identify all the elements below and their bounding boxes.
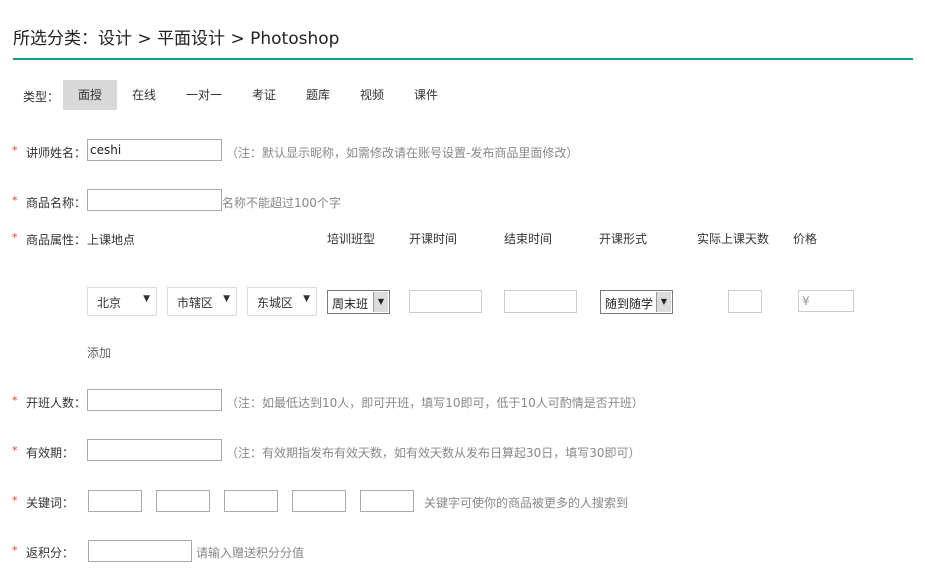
validity-hint: （注：有效期指发布有效天数，如有效天数从发布日算起30日，填写30即可） (226, 446, 641, 460)
product-name-input[interactable] (87, 189, 222, 211)
tab-online[interactable]: 在线 (124, 80, 164, 110)
yuan-icon: ¥ (802, 294, 810, 308)
header-divider (13, 58, 913, 60)
city-select[interactable]: 北京 ▼ (87, 287, 157, 316)
column-price: 价格 (793, 232, 818, 246)
points-input[interactable] (88, 540, 192, 562)
class-type-select-value: 周末班 (332, 297, 369, 311)
points-label: 返积分： (26, 546, 75, 560)
column-location: 上课地点 (87, 233, 136, 247)
chevron-down-icon: ▼ (143, 294, 150, 304)
breadcrumb: 所选分类：设计 > 平面设计 > Photoshop (13, 29, 340, 49)
open-count-hint: （注：如最低达到10人，即可开班，填写10即可，低于10人可酌情是否开班） (226, 396, 644, 410)
class-type-select[interactable]: 周末班 ▼ (327, 290, 390, 314)
column-class-type: 培训班型 (327, 232, 376, 246)
keywords-hint: 关键字可使你的商品被更多的人搜索到 (424, 496, 629, 510)
tab-question-bank[interactable]: 题库 (298, 80, 338, 110)
tab-one-on-one[interactable]: 一对一 (180, 80, 228, 110)
tab-certificate[interactable]: 考证 (244, 80, 284, 110)
column-end-time: 结束时间 (504, 232, 553, 246)
product-name-label: 商品名称： (26, 196, 87, 210)
required-mark: * (12, 194, 18, 207)
tab-courseware[interactable]: 课件 (406, 80, 446, 110)
teacher-name-label: 讲师姓名： (26, 146, 87, 160)
course-form-select-value: 随到随学 (605, 297, 654, 311)
dropdown-arrow-icon: ▼ (656, 292, 671, 312)
keyword-input-5[interactable] (360, 490, 414, 512)
price-input[interactable]: ¥ (798, 290, 854, 312)
keyword-input-2[interactable] (156, 490, 210, 512)
product-attrs-label: 商品属性： (26, 233, 87, 247)
required-mark: * (12, 394, 18, 407)
required-mark: * (12, 544, 18, 557)
open-count-input[interactable] (87, 389, 222, 411)
area-select-value: 东城区 (257, 296, 294, 310)
open-count-label: 开班人数： (26, 396, 87, 410)
validity-input[interactable] (87, 439, 222, 461)
tab-video[interactable]: 视频 (352, 80, 392, 110)
end-time-input[interactable] (504, 290, 577, 313)
teacher-name-input[interactable] (87, 139, 222, 161)
keyword-input-4[interactable] (292, 490, 346, 512)
chevron-down-icon: ▼ (223, 294, 230, 304)
chevron-down-icon: ▼ (303, 294, 310, 304)
course-form-select[interactable]: 随到随学 ▼ (600, 290, 673, 314)
district-select-value: 市辖区 (177, 296, 214, 310)
required-mark: * (12, 231, 18, 244)
points-hint: 请输入赠送积分分值 (196, 546, 305, 560)
keywords-label: 关键词： (26, 496, 75, 510)
actual-days-input[interactable] (728, 290, 762, 313)
required-mark: * (12, 144, 18, 157)
area-select[interactable]: 东城区 ▼ (247, 287, 317, 316)
keyword-input-1[interactable] (88, 490, 142, 512)
required-mark: * (12, 494, 18, 507)
required-mark: * (12, 444, 18, 457)
start-time-input[interactable] (409, 290, 482, 313)
type-label: 类型： (23, 90, 60, 104)
teacher-name-hint: （注：默认显示昵称，如需修改请在账号设置-发布商品里面修改） (226, 146, 579, 160)
district-select[interactable]: 市辖区 ▼ (167, 287, 237, 316)
column-course-form: 开课形式 (599, 232, 648, 246)
dropdown-arrow-icon: ▼ (373, 292, 388, 312)
validity-label: 有效期： (26, 446, 75, 460)
add-attribute-link[interactable]: 添加 (87, 344, 111, 361)
product-name-hint: 名称不能超过100个字 (222, 196, 341, 210)
keyword-input-3[interactable] (224, 490, 278, 512)
tab-face-to-face[interactable]: 面授 (63, 80, 117, 110)
city-select-value: 北京 (97, 296, 122, 310)
column-start-time: 开课时间 (409, 232, 458, 246)
column-actual-days: 实际上课天数 (697, 232, 770, 246)
